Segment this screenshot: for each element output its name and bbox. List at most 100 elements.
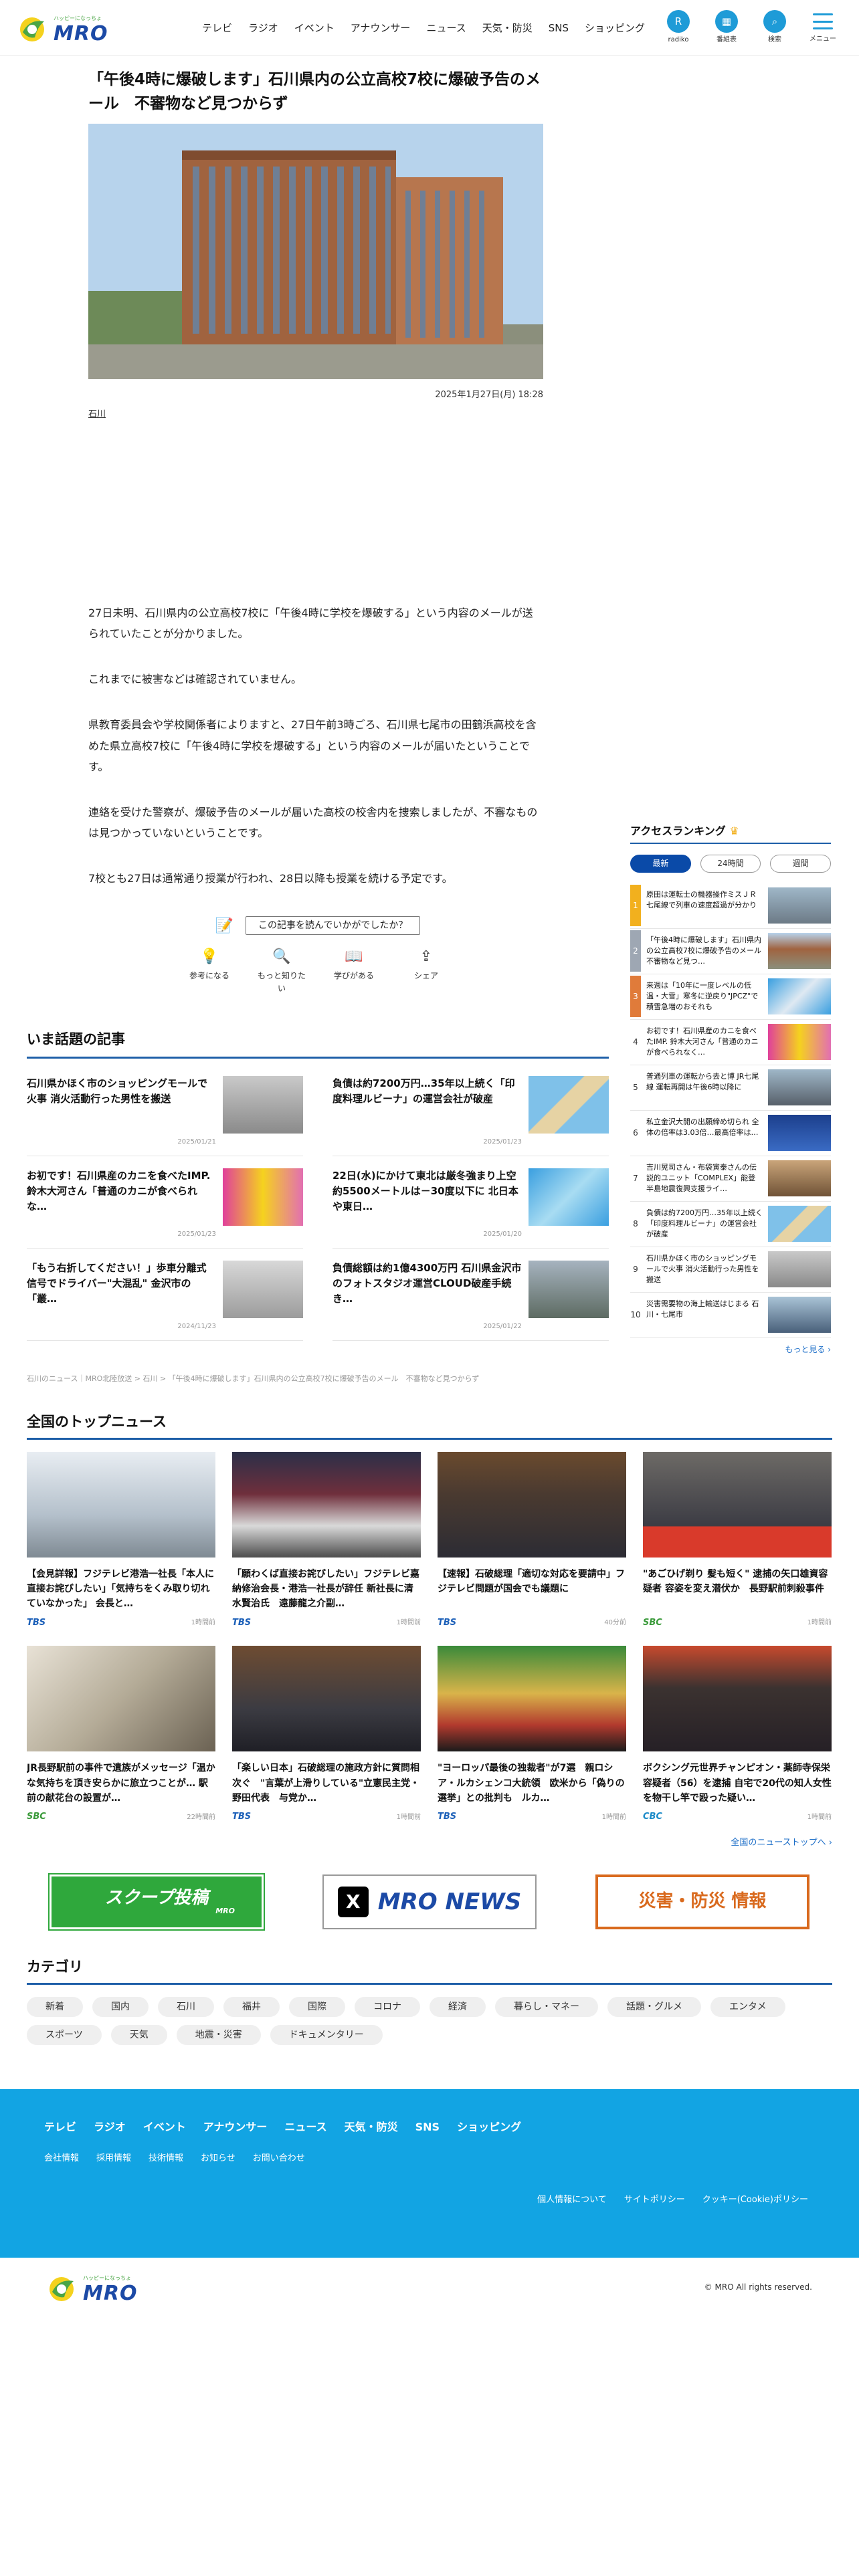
category-chip[interactable]: 国内 bbox=[92, 1996, 149, 2017]
category-chip[interactable]: ドキュメンタリー bbox=[270, 2024, 383, 2046]
rank-title: 負債は約7200万円…35年以上続く「印度料理ルビーナ」の運営会社が破産 bbox=[646, 1208, 763, 1239]
ranking-item[interactable]: 8 負債は約7200万円…35年以上続く「印度料理ルビーナ」の運営会社が破産 bbox=[630, 1202, 831, 1247]
footer-nav-shopping[interactable]: ショッピング bbox=[457, 2119, 521, 2136]
footer-link-privacy[interactable]: 個人情報について bbox=[537, 2193, 607, 2208]
category-chip[interactable]: 福井 bbox=[223, 1996, 280, 2017]
site-footer: テレビ ラジオ イベント アナウンサー ニュース 天気・防災 SNS ショッピン… bbox=[0, 2089, 859, 2258]
news-card[interactable]: 「願わくば直接お詫びしたい」フジテレビ嘉納修治会長・港浩一社長が辞任 新社長に清… bbox=[232, 1451, 421, 1630]
nav-sns[interactable]: SNS bbox=[549, 20, 569, 36]
top-news-more-link[interactable]: 全国のニューストップへ › bbox=[27, 1836, 832, 1850]
trending-item[interactable]: お初です！石川県産のカニを食べたIMP. 鈴木大河さん「普通のカニが食べられな…… bbox=[27, 1168, 303, 1249]
nav-tv[interactable]: テレビ bbox=[202, 20, 232, 36]
trending-item-title: 「もう右折してください！」歩車分離式信号でドライバー"大混乱" 金沢市の「叢… bbox=[27, 1261, 207, 1305]
rank-thumbnail bbox=[768, 1297, 831, 1333]
access-ranking-sidebar: アクセスランキング ♛ 最新 24時間 週間 1 原田は運転士の機器操作ミスＪＲ七… bbox=[630, 823, 832, 1356]
news-card[interactable]: 【速報】石破総理「適切な対応を要請中」フジテレビ問題が国会でも議題に TBS 40… bbox=[438, 1451, 626, 1630]
scoop-banner[interactable]: スクープ投稿 MRO bbox=[48, 1872, 265, 1931]
footer-nav-radio[interactable]: ラジオ bbox=[94, 2119, 126, 2136]
rank-number: 7 bbox=[633, 1173, 638, 1183]
reaction-helpful-button[interactable]: 💡 参考になる bbox=[183, 949, 236, 995]
tab-24h[interactable]: 24時間 bbox=[700, 854, 761, 873]
reaction-want-more-button[interactable]: 🔍 もっと知りたい bbox=[255, 949, 308, 995]
trending-item[interactable]: 負債は約7200万円…35年以上続く「印度料理ルビーナ」の運営会社が破産 2025… bbox=[332, 1075, 609, 1156]
ranking-item[interactable]: 7 吉川晃司さん・布袋寅泰さんの伝説的ユニット「COMPLEX」能登半島地震復興支… bbox=[630, 1156, 831, 1202]
program-guide-button[interactable]: ▦ 番組表 bbox=[708, 10, 745, 45]
news-card[interactable]: "ヨーロッパ最後の独裁者"が7選 親ロシア・ルカシェンコ大統領 欧米から「偽りの… bbox=[438, 1646, 626, 1824]
ranking-item[interactable]: 6 私立金沢大開の出願締め切られ 全体の倍率は3.03倍…最高倍率は… bbox=[630, 1111, 831, 1156]
footer-nav-news[interactable]: ニュース bbox=[284, 2119, 326, 2136]
footer-logo[interactable]: MRO ハッピーになっちょ bbox=[47, 2272, 207, 2304]
search-button[interactable]: ⌕ 検索 bbox=[756, 10, 793, 45]
category-chip[interactable]: 石川 bbox=[158, 1996, 214, 2017]
disaster-banner[interactable]: 災害・防災 情報 bbox=[595, 1874, 809, 1929]
news-card[interactable]: ボクシング元世界チャンピオン・薬師寺保栄容疑者（56）を逮捕 自宅で20代の知人… bbox=[643, 1646, 832, 1824]
footer-link-cookie-policy[interactable]: クッキー(Cookie)ポリシー bbox=[702, 2193, 808, 2208]
article-paragraph: 連絡を受けた警察が、爆破予告のメールが届いた高校の校舎内を捜索しましたが、不審な… bbox=[88, 806, 538, 840]
footer-link-recruit[interactable]: 採用情報 bbox=[96, 2152, 131, 2166]
rank-number: 1 bbox=[630, 885, 641, 927]
news-card[interactable]: 【会見詳報】フジテレビ港浩一社長「本人に直接お詫びしたい」「気持ちをくみ取り切れ… bbox=[27, 1451, 215, 1630]
nav-weather[interactable]: 天気・防災 bbox=[482, 20, 533, 36]
article-tag[interactable]: 石川 bbox=[88, 408, 547, 422]
category-chip[interactable]: スポーツ bbox=[27, 2024, 102, 2046]
footer-link-tech[interactable]: 技術情報 bbox=[149, 2152, 183, 2166]
trending-item[interactable]: 「もう右折してください！」歩車分離式信号でドライバー"大混乱" 金沢市の「叢… 2… bbox=[27, 1260, 303, 1341]
radiko-button[interactable]: R radiko bbox=[660, 10, 697, 45]
footer-link-contact[interactable]: お問い合わせ bbox=[253, 2152, 305, 2166]
site-logo[interactable]: MRO ハッピーになっちょ bbox=[17, 12, 178, 44]
trending-item[interactable]: 22日(水)にかけて東北は厳冬強まり上空約5500メートルは－30度以下に 北日… bbox=[332, 1168, 609, 1249]
ranking-item[interactable]: 5 普通列車の運転から去と博 JR七尾線 運転再開は午後6時以降に bbox=[630, 1065, 831, 1111]
ranking-more-link[interactable]: もっと見る › bbox=[630, 1344, 831, 1356]
mro-news-x-banner[interactable]: X MRO NEWS bbox=[322, 1874, 537, 1929]
trending-item[interactable]: 負債総額は約1億4300万円 石川県金沢市のフォトスタジオ運営CLOUD破産手続… bbox=[332, 1260, 609, 1341]
ranking-item[interactable]: 4 お初です！石川県産のカニを食べたIMP. 鈴木大河さん「普通のカニが食べられな… bbox=[630, 1020, 831, 1065]
nav-event[interactable]: イベント bbox=[294, 20, 335, 36]
trending-item[interactable]: 石川県かほく市のショッピングモールで火事 消火活動行った男性を搬送 2025/01… bbox=[27, 1075, 303, 1156]
rank-title: 石川県かほく市のショッピングモールで火事 消火活動行った男性を搬送 bbox=[646, 1254, 759, 1285]
ranking-item[interactable]: 10 災害需要物の海上輸送はじまる 石川・七尾市 bbox=[630, 1293, 831, 1338]
nav-announcer[interactable]: アナウンサー bbox=[351, 20, 411, 36]
reaction-question-icon: 📝 bbox=[215, 917, 234, 934]
category-chip[interactable]: 新着 bbox=[27, 1996, 83, 2017]
news-card[interactable]: JR長野駅前の事件で遺族がメッセージ「温かな気持ちを頂き安らかに旅立つことが… … bbox=[27, 1646, 215, 1824]
menu-button[interactable]: メニュー bbox=[804, 10, 842, 45]
article-body: 27日未明、石川県内の公立高校7校に「午後4時に学校を爆破する」という内容のメー… bbox=[88, 603, 543, 889]
footer-nav-tv[interactable]: テレビ bbox=[44, 2119, 76, 2136]
top-news-grid: 【会見詳報】フジテレビ港浩一社長「本人に直接お詫びしたい」「気持ちをくみ取り切れ… bbox=[27, 1451, 832, 1825]
ranking-item[interactable]: 1 原田は運転士の機器操作ミスＪＲ七尾線で列車の速度超過が分かり bbox=[630, 883, 831, 929]
trending-thumbnail bbox=[529, 1168, 609, 1226]
reaction-learned-button[interactable]: 📖 学びがある bbox=[327, 949, 381, 995]
breadcrumb[interactable]: 石川のニュース｜MRO北陸放送 > 石川 > 「午後4時に爆破します」石川県内の… bbox=[27, 1373, 609, 1385]
ranking-item[interactable]: 3 来週は「10年に一度レベルの低温・大雪」寒冬に逆戻り"JPCZ"で積雪急増のお… bbox=[630, 974, 831, 1020]
footer-link-notice[interactable]: お知らせ bbox=[201, 2152, 235, 2166]
category-chip[interactable]: 国際 bbox=[289, 1996, 345, 2017]
category-chip[interactable]: 経済 bbox=[430, 1996, 486, 2017]
tab-weekly[interactable]: 週間 bbox=[770, 854, 832, 873]
news-card[interactable]: 「楽しい日本」石破総理の施政方針に質問相次ぐ "言葉が上滑りしている"立憲民主党… bbox=[232, 1646, 421, 1824]
footer-nav-announcer[interactable]: アナウンサー bbox=[203, 2119, 268, 2136]
rank-thumbnail bbox=[768, 887, 831, 924]
ranking-item[interactable]: 9 石川県かほく市のショッピングモールで火事 消火活動行った男性を搬送 bbox=[630, 1247, 831, 1293]
footer-nav-weather[interactable]: 天気・防災 bbox=[345, 2119, 398, 2136]
footer-link-site-policy[interactable]: サイトポリシー bbox=[624, 2193, 685, 2208]
nav-news[interactable]: ニュース bbox=[426, 20, 466, 36]
category-chip[interactable]: 話題・グルメ bbox=[607, 1996, 701, 2017]
category-chip[interactable]: 暮らし・マネー bbox=[495, 1996, 598, 2017]
tab-latest[interactable]: 最新 bbox=[630, 854, 691, 873]
rank-thumbnail bbox=[768, 1024, 831, 1061]
category-chip[interactable]: 天気 bbox=[110, 2024, 167, 2046]
share-button[interactable]: ⇪ シェア bbox=[399, 949, 453, 995]
category-chip[interactable]: コロナ bbox=[355, 1996, 420, 2017]
ranking-item[interactable]: 2 「午後4時に爆破します」石川県内の公立高校7校に爆破予告のメール 不審物など見… bbox=[630, 929, 831, 974]
news-headline: 【速報】石破総理「適切な対応を要請中」フジテレビ問題が国会でも議題に bbox=[438, 1568, 625, 1594]
nav-shopping[interactable]: ショッピング bbox=[585, 20, 645, 36]
category-chip[interactable]: 地震・災害 bbox=[176, 2024, 261, 2046]
news-card[interactable]: "あごひげ剃り 髪も短く" 逮捕の矢口雄資容疑者 容姿を変え潜伏か 長野駅前刺殺… bbox=[643, 1451, 832, 1630]
news-time: 1時間前 bbox=[807, 1813, 832, 1821]
nav-radio[interactable]: ラジオ bbox=[248, 20, 278, 36]
footer-link-company[interactable]: 会社情報 bbox=[44, 2152, 79, 2166]
trending-item-date: 2024/11/23 bbox=[177, 1323, 216, 1331]
footer-nav-event[interactable]: イベント bbox=[143, 2119, 186, 2136]
category-chip[interactable]: エンタメ bbox=[710, 1996, 785, 2017]
footer-nav-sns[interactable]: SNS bbox=[415, 2119, 440, 2136]
